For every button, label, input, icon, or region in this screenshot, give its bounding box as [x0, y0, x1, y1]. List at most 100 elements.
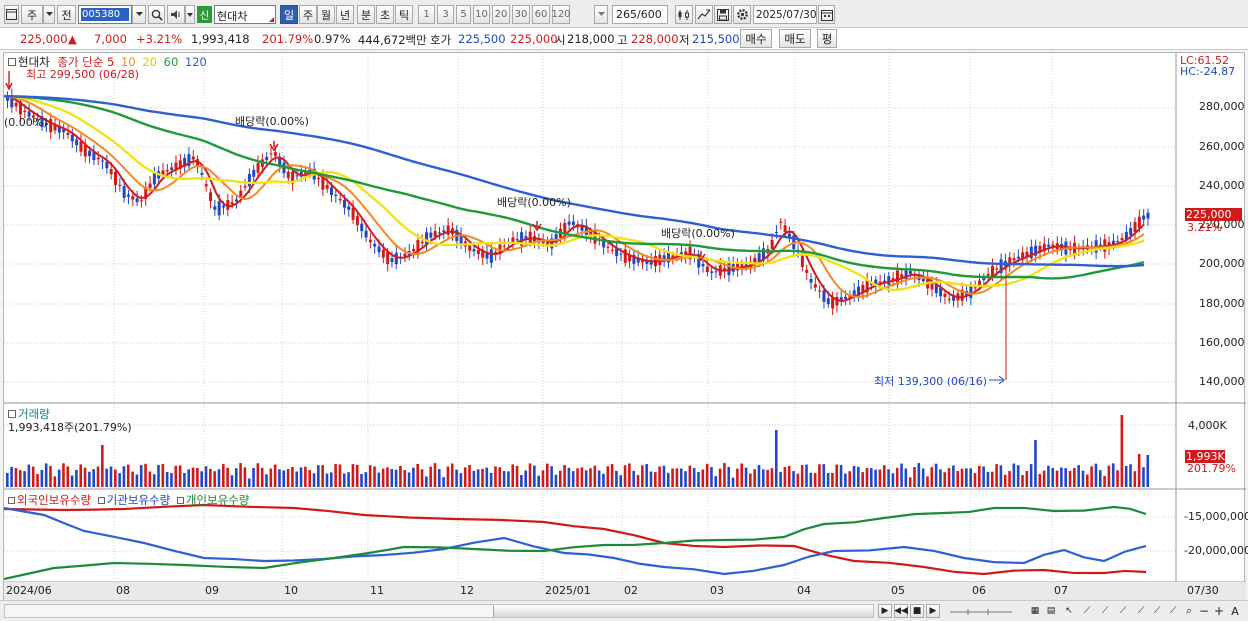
candle-body	[75, 139, 79, 146]
period-button-3[interactable]: 년	[336, 5, 354, 24]
search-icon[interactable]	[148, 5, 165, 24]
zoom-out-icon[interactable]: −	[1197, 604, 1211, 618]
volume-bar	[278, 469, 281, 487]
code-dropdown-icon[interactable]	[132, 5, 146, 24]
volume-value-label: 1,993,418주(201.79%)	[8, 421, 132, 434]
period-select[interactable]: 주	[21, 5, 43, 24]
chart-area[interactable]: 현대차 종가 단순 5 10 20 60 120 최고 299,500 (06/…	[3, 52, 1248, 601]
volume-bar	[723, 463, 726, 487]
volume-bar	[839, 464, 843, 487]
volume-bar	[926, 476, 929, 487]
chart-canvas[interactable]	[4, 53, 1246, 601]
pattern-tool-icon[interactable]: ⟋	[1150, 604, 1164, 618]
interval-button-30[interactable]: 30	[512, 5, 530, 24]
eval-button[interactable]: 평	[817, 29, 837, 48]
volume-bar	[844, 473, 847, 487]
arrow-tool-icon[interactable]: ↖	[1062, 604, 1076, 618]
period-button-6[interactable]: 틱	[395, 5, 413, 24]
trade-amount: 444,672백만	[358, 33, 427, 47]
font-size-icon[interactable]: A	[1228, 604, 1242, 618]
volume-bar	[623, 465, 627, 487]
volume-bar	[701, 469, 705, 487]
interval-button-3[interactable]: 3	[437, 5, 454, 24]
scroll-right-icon[interactable]: ▶	[878, 604, 892, 618]
grid-icon[interactable]: ▦	[1028, 604, 1042, 618]
stock-code-input[interactable]: 005380	[78, 5, 132, 24]
fib-tool-icon[interactable]: ⟋	[1116, 604, 1130, 618]
volume-bar	[900, 463, 903, 487]
volume-bar	[1094, 463, 1098, 487]
candle-body	[472, 249, 476, 252]
prev-button[interactable]: 전	[57, 5, 76, 24]
line-tool-icon[interactable]: ⟋	[1080, 604, 1094, 618]
interval-button-5[interactable]: 5	[456, 5, 471, 24]
candle-body	[122, 186, 126, 198]
period-button-0[interactable]: 일	[280, 5, 298, 24]
ma10-line	[4, 95, 1145, 298]
volume-bar	[714, 476, 718, 487]
interval-dropdown-icon[interactable]	[594, 5, 608, 24]
new-badge: 신	[197, 6, 212, 23]
period-select-label: 주	[26, 8, 38, 22]
date-field[interactable]: 2025/07/30	[753, 5, 817, 24]
volume-bar	[338, 464, 342, 487]
scroll-track[interactable]	[4, 604, 874, 618]
interval-button-20[interactable]: 20	[492, 5, 510, 24]
channel-tool-icon[interactable]: ⟋	[1134, 604, 1148, 618]
period-button-4[interactable]: 분	[357, 5, 375, 24]
volume-bar	[662, 465, 666, 487]
legend-box-icon	[8, 410, 16, 418]
crosshair-icon[interactable]	[695, 5, 713, 24]
calendar-icon[interactable]	[818, 5, 835, 24]
volume-bar	[325, 473, 329, 487]
trend-tool-icon[interactable]: ⟋	[1098, 604, 1112, 618]
buy-button[interactable]: 매수	[740, 29, 772, 48]
zoom-icon[interactable]: ⌕	[1182, 604, 1196, 618]
chart-type-icon[interactable]	[675, 5, 693, 24]
candle-body	[774, 232, 778, 234]
bar-count-field[interactable]: 265/600	[612, 5, 668, 24]
speaker-icon[interactable]	[167, 5, 185, 24]
volume-bar	[243, 467, 247, 487]
window-icon[interactable]	[4, 5, 19, 24]
candle-body	[1129, 228, 1133, 236]
toolbar: 주 전 005380 신 현대차 265/600 2025/07/30 일 주 …	[0, 0, 1248, 28]
volume-bar	[809, 472, 813, 487]
play-icon[interactable]: ▶	[926, 604, 940, 618]
stock-name-input[interactable]: 현대차	[214, 5, 276, 24]
candle-body	[420, 241, 424, 244]
chevron-down-icon[interactable]	[43, 5, 55, 24]
interval-button-1[interactable]: 1	[418, 5, 435, 24]
stop-icon[interactable]: ■	[910, 604, 924, 618]
speaker-dropdown-icon[interactable]	[185, 5, 195, 24]
interval-button-10[interactable]: 10	[473, 5, 490, 24]
ma60-line	[4, 95, 1145, 280]
rewind-icon[interactable]: ◀◀	[894, 604, 908, 618]
magnet-tool-icon[interactable]: ⟋	[1166, 604, 1180, 618]
interval-button-60[interactable]: 60	[532, 5, 550, 24]
volume-bar	[1060, 467, 1063, 487]
period-button-2[interactable]: 월	[317, 5, 335, 24]
bid-ask-label: 호가	[430, 33, 452, 47]
period-button-5[interactable]: 초	[376, 5, 394, 24]
period-button-1[interactable]: 주	[299, 5, 317, 24]
zoom-in-icon[interactable]: +	[1212, 604, 1226, 618]
y-tick-200000: 200,000	[1199, 257, 1245, 270]
speed-slider[interactable]	[946, 604, 1016, 618]
settings-icon[interactable]	[733, 5, 751, 24]
save-icon[interactable]	[714, 5, 732, 24]
interval-button-120[interactable]: 120	[551, 5, 571, 24]
current-pct-tag: 3.21%	[1187, 221, 1222, 234]
volume-bar	[874, 469, 877, 487]
candle-body	[325, 185, 329, 189]
candle-body	[433, 231, 437, 237]
volume-bar	[183, 473, 186, 487]
volume-bar	[870, 468, 873, 487]
volume-bar	[399, 465, 402, 487]
volume-bar	[334, 464, 337, 487]
scroll-thumb[interactable]	[493, 605, 873, 617]
volume-bar	[269, 468, 273, 487]
volume-bar	[1142, 467, 1145, 487]
sell-button[interactable]: 매도	[779, 29, 811, 48]
panel-icon[interactable]: ▤	[1044, 604, 1058, 618]
